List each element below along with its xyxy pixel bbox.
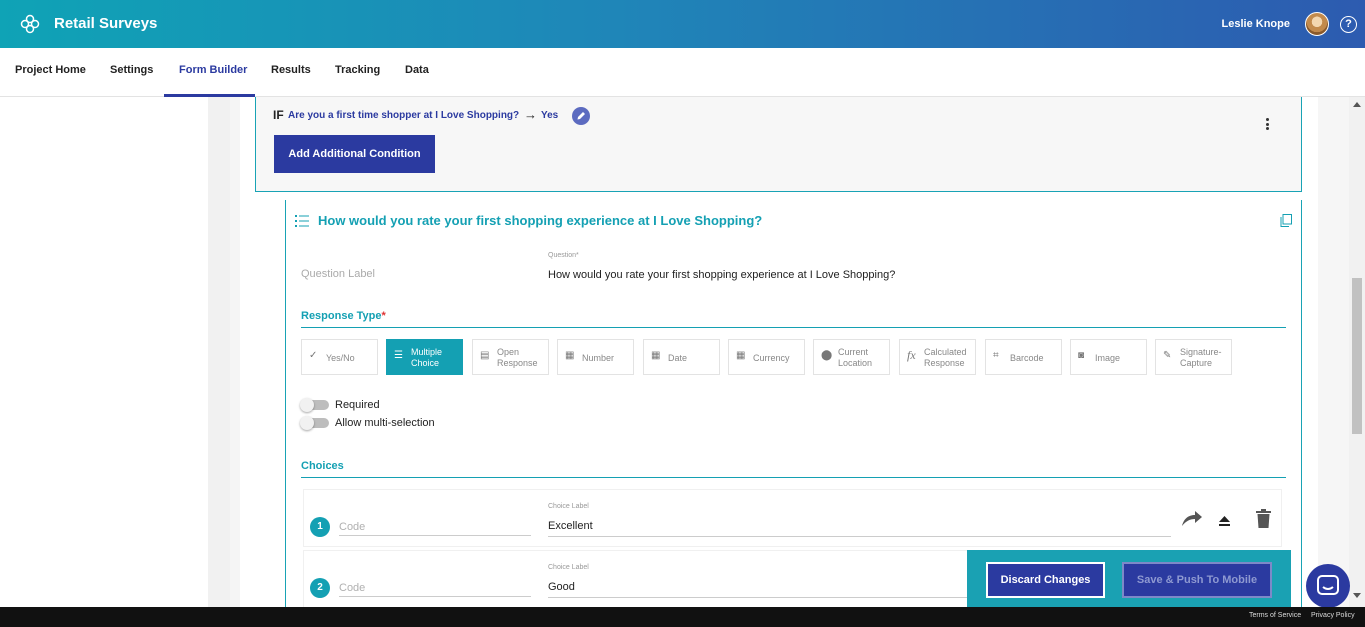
choice-label-caption: Choice Label	[548, 564, 589, 571]
condition-if-label: IF	[273, 108, 284, 122]
user-name[interactable]: Leslie Knope	[1222, 18, 1290, 30]
location-icon: ⬤	[821, 350, 833, 361]
response-type-signature-capture[interactable]: ✎ Signature-Capture	[1155, 339, 1232, 375]
response-type-multiple-choice[interactable]: ☰ Multiple Choice	[386, 339, 463, 375]
more-options-icon[interactable]	[1266, 118, 1270, 132]
response-type-date[interactable]: ▦ Date	[643, 339, 720, 375]
choice-label-underline	[548, 597, 968, 598]
edit-condition-icon[interactable]	[572, 107, 590, 125]
right-gutter	[1318, 97, 1349, 607]
choice-label-caption: Choice Label	[548, 503, 589, 510]
response-type-current-location[interactable]: ⬤ Current Location	[813, 339, 890, 375]
response-type-currency[interactable]: ▦ Currency	[728, 339, 805, 375]
multi-selection-toggle[interactable]	[300, 416, 329, 430]
question-list-icon	[295, 215, 309, 227]
choice-code-input[interactable]	[339, 579, 531, 597]
question-field-caption: Question*	[548, 252, 579, 259]
left-panel	[0, 97, 208, 607]
tab-form-builder[interactable]: Form Builder	[179, 48, 247, 96]
response-type-divider	[301, 327, 1286, 328]
choice-label-underline	[548, 536, 1171, 537]
multi-selection-toggle-label: Allow multi-selection	[335, 417, 435, 429]
number-icon: ▦	[565, 350, 575, 361]
yes-no-icon: ✓	[309, 350, 318, 361]
footer-bar	[0, 607, 1365, 627]
chat-icon	[1317, 575, 1339, 595]
app-logo-icon[interactable]	[20, 14, 40, 34]
trash-icon[interactable]	[1256, 509, 1271, 528]
left-gutter	[208, 97, 230, 607]
pencil-icon	[577, 112, 585, 120]
text-icon: ▤	[480, 350, 490, 361]
question-title[interactable]: How would you rate your first shopping e…	[318, 213, 762, 228]
choice-label-field[interactable]: Good	[548, 581, 575, 593]
arrow-right-icon: →	[524, 107, 537, 122]
choices-divider	[301, 477, 1286, 478]
response-type-open-response[interactable]: ▤ Open Response	[472, 339, 549, 375]
copy-icon[interactable]	[1280, 214, 1292, 227]
terms-of-service-link[interactable]: Terms of Service	[1249, 612, 1301, 619]
tab-results[interactable]: Results	[271, 48, 311, 96]
nav-bar: Project Home Settings Form Builder Resul…	[0, 48, 1365, 97]
calendar-icon: ▦	[651, 350, 661, 361]
save-push-to-mobile-button[interactable]: Save & Push To Mobile	[1122, 562, 1272, 598]
required-toggle[interactable]	[300, 398, 329, 412]
condition-answer: Yes	[541, 110, 559, 121]
list-icon: ☰	[394, 350, 403, 361]
move-up-icon[interactable]	[1219, 516, 1230, 526]
tab-project-home[interactable]: Project Home	[15, 48, 86, 96]
avatar[interactable]	[1305, 12, 1329, 36]
add-additional-condition-button[interactable]: Add Additional Condition	[274, 135, 435, 173]
required-marker: *	[381, 310, 386, 322]
condition-question: Are you a first time shopper at I Love S…	[288, 110, 520, 121]
choice-number-badge: 1	[310, 517, 330, 537]
question-text-field[interactable]: How would you rate your first shopping e…	[548, 269, 895, 281]
scroll-up-arrow-icon[interactable]	[1353, 102, 1361, 107]
function-icon: fx	[907, 348, 916, 362]
scroll-down-arrow-icon[interactable]	[1353, 593, 1361, 598]
app-title[interactable]: Retail Surveys	[54, 15, 157, 32]
response-type-image[interactable]: ◙ Image	[1070, 339, 1147, 375]
choice-label-field[interactable]: Excellent	[548, 520, 593, 532]
response-type-barcode[interactable]: ⌗ Barcode	[985, 339, 1062, 375]
response-type-heading: Response Type*	[301, 310, 386, 322]
currency-icon: ▦	[736, 350, 746, 361]
choice-number-badge: 2	[310, 578, 330, 598]
top-header: Retail Surveys Leslie Knope ?	[0, 0, 1365, 48]
camera-icon: ◙	[1078, 350, 1085, 361]
required-toggle-label: Required	[335, 399, 380, 411]
choice-code-input[interactable]	[339, 518, 531, 536]
response-type-calculated-response[interactable]: fx Calculated Response	[899, 339, 976, 375]
response-type-label: Response Type	[301, 310, 382, 322]
scrollbar-thumb[interactable]	[1352, 278, 1362, 434]
privacy-policy-link[interactable]: Privacy Policy	[1311, 612, 1355, 619]
help-icon[interactable]: ?	[1340, 16, 1357, 33]
tab-settings[interactable]: Settings	[110, 48, 153, 96]
tab-tracking[interactable]: Tracking	[335, 48, 380, 96]
response-type-number[interactable]: ▦ Number	[557, 339, 634, 375]
choices-heading: Choices	[301, 460, 344, 472]
barcode-icon: ⌗	[993, 350, 999, 361]
chat-launcher-button[interactable]	[1306, 564, 1350, 608]
pen-icon: ✎	[1163, 350, 1172, 361]
tab-data[interactable]: Data	[405, 48, 429, 96]
branch-arrow-icon[interactable]	[1180, 510, 1204, 528]
response-type-yes-no[interactable]: ✓ Yes/No	[301, 339, 378, 375]
discard-changes-button[interactable]: Discard Changes	[986, 562, 1105, 598]
question-label-field[interactable]: Question Label	[301, 268, 375, 280]
